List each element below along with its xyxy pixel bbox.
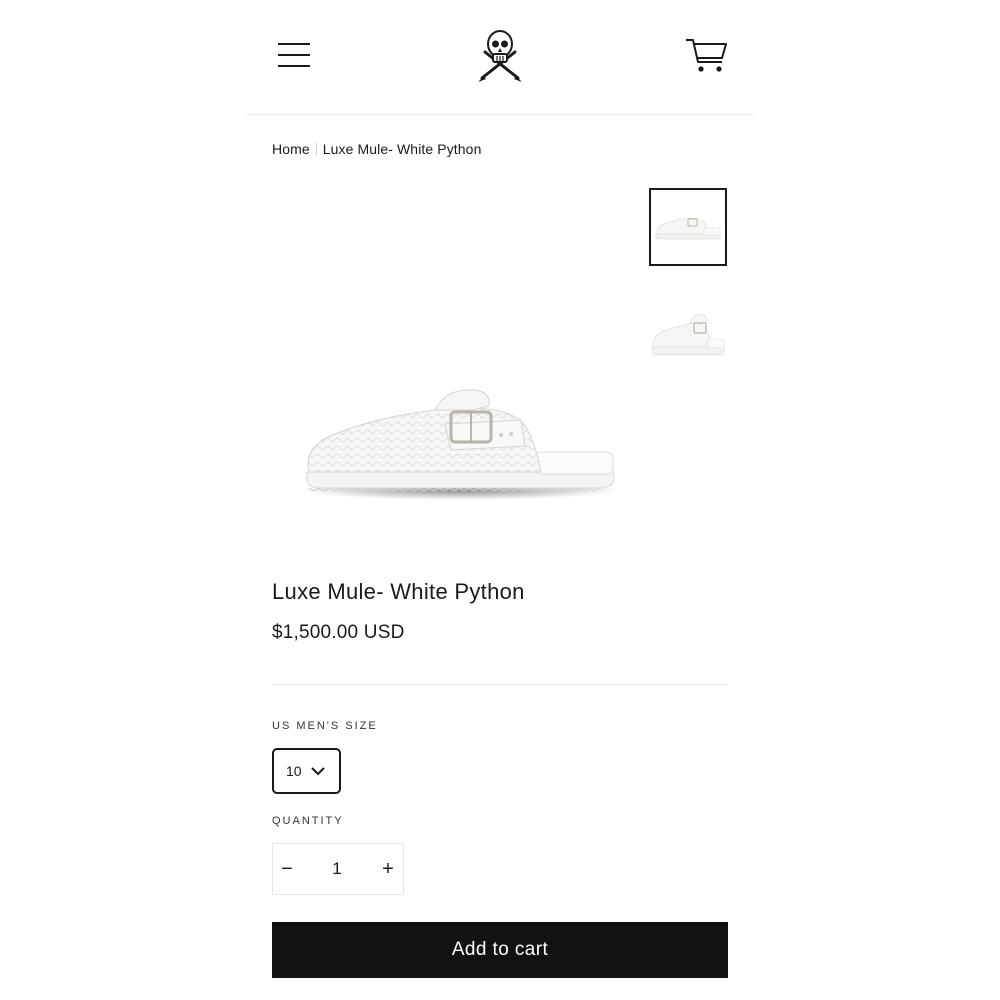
- product-price: $1,500.00 USD: [272, 622, 405, 643]
- breadcrumb-current: Luxe Mule- White Python: [322, 141, 482, 157]
- hamburger-bar-bottom: [278, 65, 310, 67]
- quantity-decrease-button[interactable]: −: [273, 844, 301, 894]
- menu-button[interactable]: [276, 40, 312, 70]
- product-title: Luxe Mule- White Python: [272, 579, 525, 604]
- hamburger-bar-middle: [278, 54, 310, 56]
- breadcrumb: Home Luxe Mule- White Python: [272, 141, 481, 157]
- chevron-down-icon: [310, 766, 325, 775]
- breadcrumb-home-link[interactable]: Home: [272, 141, 310, 157]
- quantity-stepper: − +: [272, 843, 404, 895]
- brand-logo[interactable]: [470, 26, 530, 86]
- white-mule-shoe-image: [300, 389, 620, 500]
- size-label: US MEN'S SIZE: [272, 720, 378, 732]
- skull-crossed-knives-logo: [478, 30, 522, 82]
- cart-button[interactable]: [684, 36, 730, 76]
- thumbnail-shoe-angle-image: [651, 314, 725, 356]
- header-divider: [245, 114, 755, 115]
- thumbnail-2[interactable]: [649, 294, 727, 372]
- hamburger-menu-icon: [278, 43, 310, 45]
- quantity-increase-button[interactable]: +: [373, 844, 403, 894]
- add-to-cart-button[interactable]: Add to cart: [272, 922, 728, 978]
- cart-icon: [686, 39, 727, 72]
- quantity-input[interactable]: [301, 844, 373, 894]
- info-divider: [272, 684, 728, 685]
- quantity-label: QUANTITY: [272, 815, 344, 827]
- size-select[interactable]: 10: [272, 748, 341, 794]
- thumbnail-shoe-side-image: [655, 217, 721, 240]
- breadcrumb-separator: [315, 143, 317, 155]
- product-main-image[interactable]: [295, 380, 625, 510]
- thumbnail-1[interactable]: [649, 188, 727, 266]
- size-select-value: 10: [286, 763, 302, 779]
